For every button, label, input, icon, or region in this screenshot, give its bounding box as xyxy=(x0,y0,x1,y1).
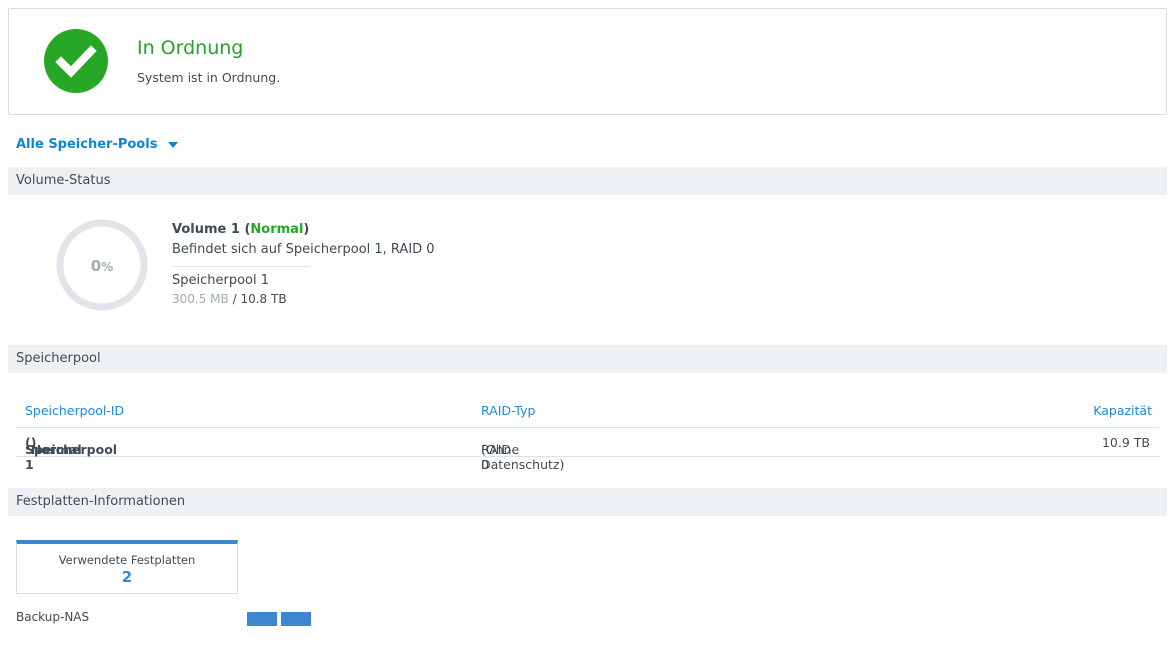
volume-used: 300.5 MB xyxy=(172,292,229,306)
column-header-raid-type[interactable]: RAID-Typ xyxy=(481,403,535,418)
volume-location: Befindet sich auf Speicherpool 1, RAID 0 xyxy=(172,242,435,257)
volume-status-header: Volume-Status xyxy=(8,167,1167,195)
volume-name: Volume 1 xyxy=(172,222,240,237)
disk-slot-2[interactable] xyxy=(281,612,311,626)
used-disks-count: 2 xyxy=(121,568,133,586)
storage-pool-table: Speicherpool-ID RAID-Typ Kapazität Speic… xyxy=(16,396,1159,472)
table-row[interactable]: Speicherpool 1 (Normal) RAID 0 (Ohne Dat… xyxy=(16,428,1159,472)
caret-down-icon xyxy=(168,142,179,148)
volume-usage-percent: 0% xyxy=(90,257,114,275)
pool-state: Normal xyxy=(30,442,82,457)
volume-pool: Speicherpool 1 xyxy=(172,273,270,288)
check-circle-icon xyxy=(44,29,108,93)
disk-slot-1[interactable] xyxy=(247,612,277,626)
storage-pool-dropdown[interactable]: Alle Speicher-Pools xyxy=(16,137,179,152)
used-disks-label: Verwendete Festplatten xyxy=(58,553,196,567)
system-status-panel: In Ordnung System ist in Ordnung. xyxy=(8,8,1167,115)
used-disks-card[interactable]: Verwendete Festplatten 2 xyxy=(16,540,238,594)
column-header-capacity[interactable]: Kapazität xyxy=(1093,403,1152,418)
status-title: In Ordnung xyxy=(137,37,244,59)
storage-pool-header: Speicherpool xyxy=(8,345,1167,373)
volume-separator: / xyxy=(232,292,237,306)
volume-state: Normal xyxy=(250,222,304,237)
volume-usage: 300.5 MB / 10.8 TB xyxy=(172,292,287,306)
status-subtitle: System ist in Ordnung. xyxy=(137,70,281,85)
disk-info-header: Festplatten-Informationen xyxy=(8,488,1167,516)
storage-pool-dropdown-label: Alle Speicher-Pools xyxy=(16,137,158,152)
volume-total: 10.8 TB xyxy=(240,292,287,306)
volume-title: Volume 1 (Normal) xyxy=(172,222,310,237)
pool-name-cell: Speicherpool 1 (Normal) xyxy=(25,435,118,472)
column-header-pool-id[interactable]: Speicherpool-ID xyxy=(25,403,124,418)
raid-warning: (Ohne Datenschutz) xyxy=(481,442,565,472)
nas-name: Backup-NAS xyxy=(16,610,90,624)
capacity-cell: 10.9 TB xyxy=(1101,435,1150,450)
table-header: Speicherpool-ID RAID-Typ Kapazität xyxy=(16,396,1159,428)
volume-divider xyxy=(172,266,310,267)
